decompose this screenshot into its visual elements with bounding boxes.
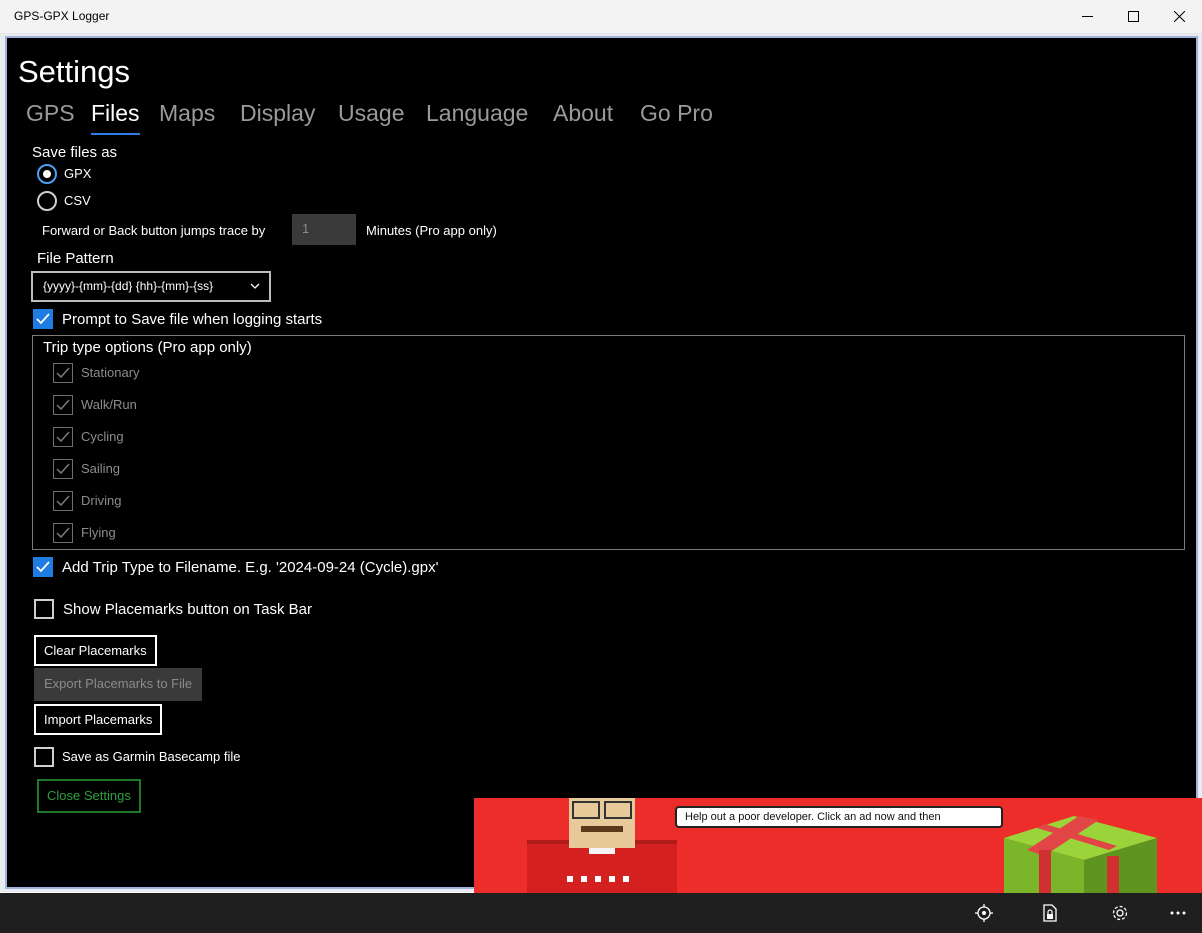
export-placemarks-button: Export Placemarks to File [34,668,203,701]
gear-icon [1112,905,1128,921]
bottom-app-bar [0,893,1202,933]
settings-panel: Settings GPS Files Maps Display Usage La… [5,36,1198,889]
tab-gps[interactable]: GPS [26,100,75,127]
checkmark-icon [56,367,70,379]
add-trip-type-checkbox[interactable] [33,557,53,577]
garmin-label[interactable]: Save as Garmin Basecamp file [62,749,240,764]
clear-placemarks-button[interactable]: Clear Placemarks [34,635,157,666]
trip-sailing-label: Sailing [81,461,121,476]
trip-flying-checkbox [53,523,73,543]
gpx-radio[interactable] [37,164,57,184]
app-title: GPS-GPX Logger [14,9,110,23]
tab-language[interactable]: Language [426,100,528,127]
file-pattern-dropdown[interactable]: {yyyy}-{mm}-{dd} {hh}-{mm}-{ss} [31,271,271,302]
show-placemarks-checkbox[interactable] [34,599,54,619]
trip-cycling-checkbox [53,427,73,447]
trip-flying-label: Flying [81,525,116,540]
checkmark-icon [56,399,70,411]
checkmark-icon [56,495,70,507]
import-placemarks-button[interactable]: Import Placemarks [34,704,163,735]
prompt-save-checkbox[interactable] [33,309,53,329]
checkmark-icon [36,561,50,573]
csv-radio[interactable] [37,191,57,211]
save-files-label: Save files as [32,144,118,161]
locate-icon [975,904,993,922]
trip-type-title: Trip type options (Pro app only) [43,339,252,356]
more-icon [1170,911,1186,915]
tab-about[interactable]: About [553,100,613,127]
csv-radio-label[interactable]: CSV [64,193,91,208]
tab-maps[interactable]: Maps [159,100,215,127]
trip-stationary-checkbox [53,363,73,383]
minimize-button[interactable] [1064,0,1110,33]
ad-banner[interactable]: Help out a poor developer. Click an ad n… [474,798,1202,893]
chevron-down-icon [250,283,260,289]
title-bar: GPS-GPX Logger [0,0,1202,34]
minimize-icon [1081,16,1093,17]
checkmark-icon [36,313,50,325]
file-lock-icon [1043,904,1057,922]
close-settings-button[interactable]: Close Settings [37,779,141,813]
checkmark-icon [56,463,70,475]
gpx-radio-label[interactable]: GPX [64,166,91,181]
developer-cartoon-icon [527,798,677,893]
trip-walk-run-checkbox [53,395,73,415]
tab-files[interactable]: Files [91,100,140,135]
trip-stationary-label: Stationary [81,365,140,380]
file-lock-button[interactable] [1039,903,1061,923]
trip-driving-label: Driving [81,493,122,508]
settings-button[interactable] [1109,903,1131,923]
trip-cycling-label: Cycling [81,429,124,444]
trip-type-group [32,335,1185,550]
close-window-button[interactable] [1156,0,1202,33]
trip-walk-run-label: Walk/Run [81,397,137,412]
show-placemarks-label[interactable]: Show Placemarks button on Task Bar [63,601,312,618]
checkmark-icon [56,527,70,539]
file-pattern-value: {yyyy}-{mm}-{dd} {hh}-{mm}-{ss} [43,279,214,293]
page-title: Settings [18,54,131,89]
locate-button[interactable] [973,903,995,923]
close-icon [1173,11,1185,22]
maximize-button[interactable] [1110,0,1156,33]
garmin-checkbox[interactable] [34,747,54,767]
tab-usage[interactable]: Usage [338,100,404,127]
gift-box-icon [1004,816,1157,893]
more-button[interactable] [1167,903,1189,923]
file-pattern-label: File Pattern [37,250,114,267]
checkmark-icon [56,431,70,443]
jump-suffix: Minutes (Pro app only) [366,223,497,238]
tab-display[interactable]: Display [240,100,315,127]
tab-go-pro[interactable]: Go Pro [640,100,713,127]
prompt-save-label[interactable]: Prompt to Save file when logging starts [62,311,322,328]
jump-label: Forward or Back button jumps trace by [42,223,266,238]
trip-sailing-checkbox [53,459,73,479]
ad-speech-bubble: Help out a poor developer. Click an ad n… [675,806,1003,828]
trip-driving-checkbox [53,491,73,511]
add-trip-type-label[interactable]: Add Trip Type to Filename. E.g. '2024-09… [62,559,438,576]
jump-minutes-input[interactable]: 1 [292,214,356,245]
maximize-icon [1127,11,1139,22]
